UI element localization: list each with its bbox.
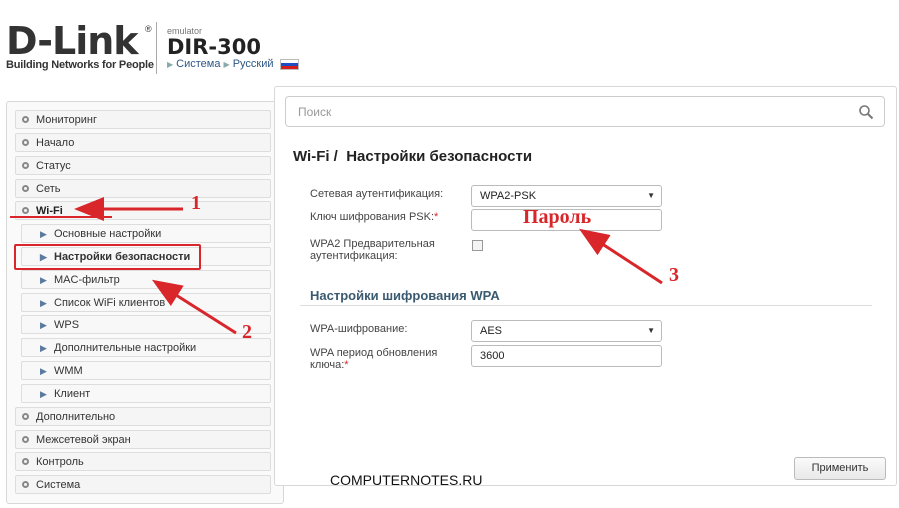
arrow-3 bbox=[578, 228, 663, 285]
watermark: COMPUTERNOTES.RU bbox=[330, 472, 483, 488]
arrow-2 bbox=[151, 279, 237, 335]
annotation-arrows bbox=[10, 197, 663, 335]
